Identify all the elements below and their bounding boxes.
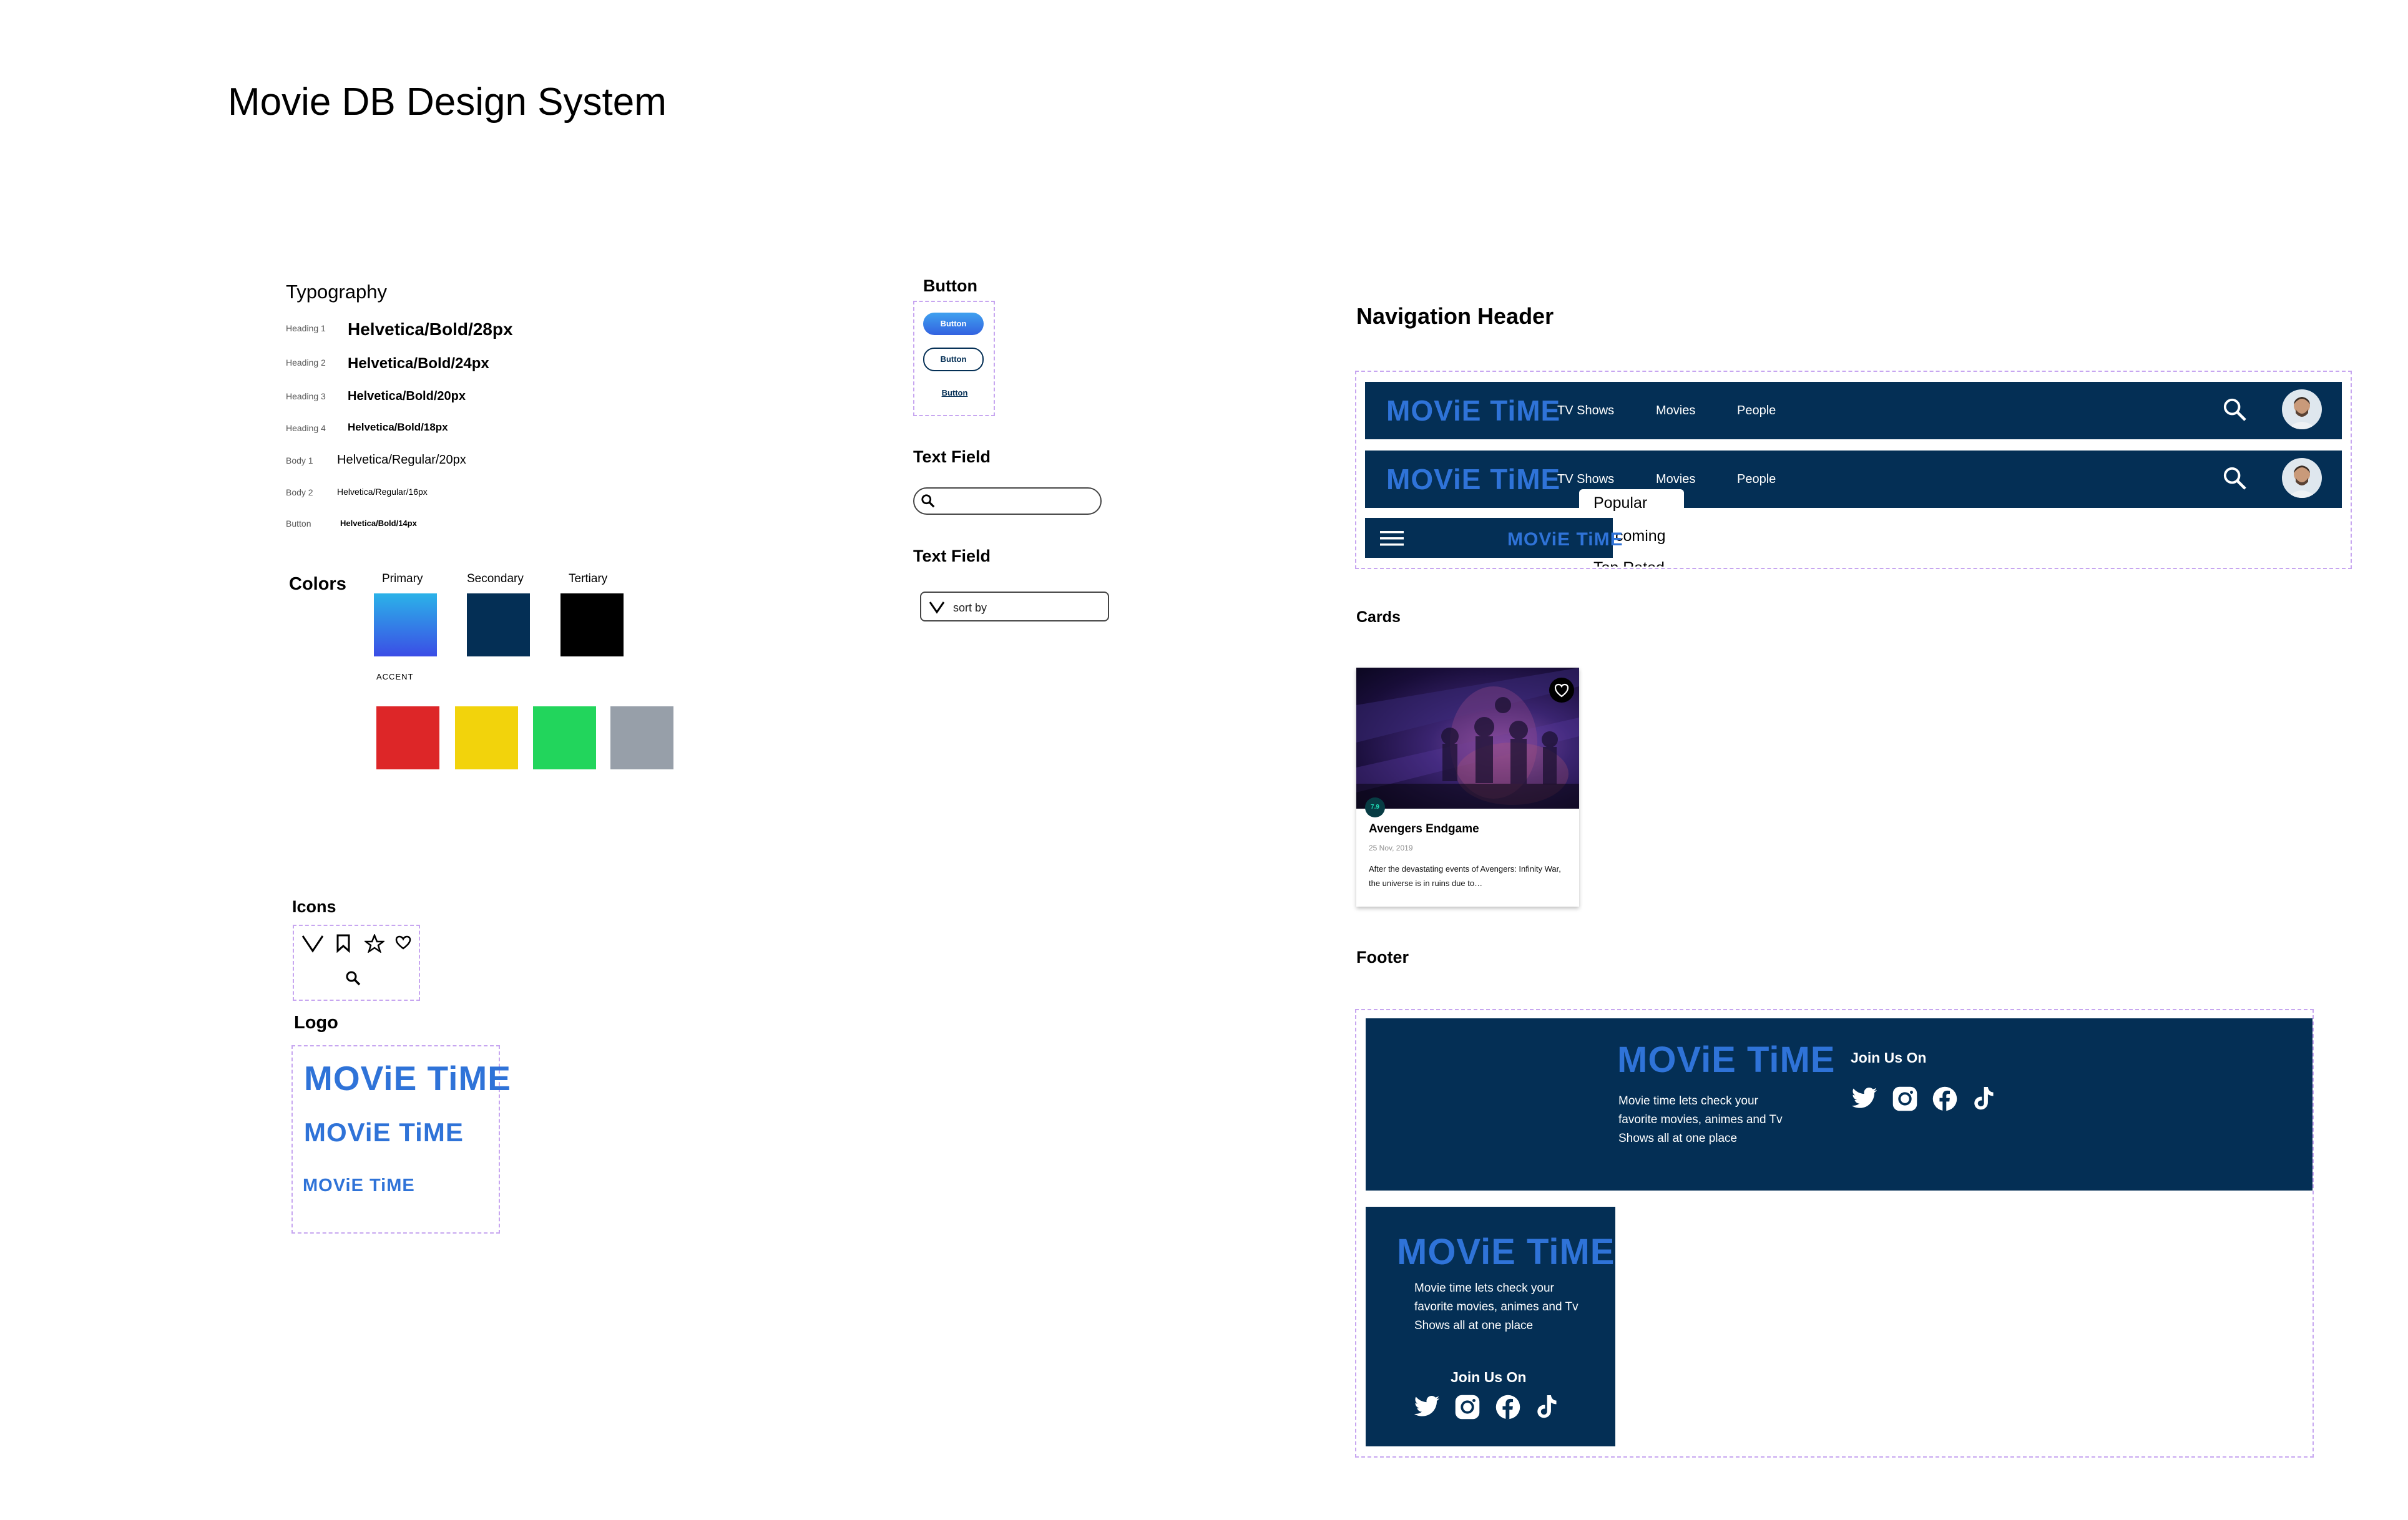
search-field[interactable] — [913, 487, 1102, 515]
card-date: 25 Nov, 2019 — [1369, 844, 1413, 852]
swatch-accent-grey — [610, 706, 673, 769]
typo-label-h4: Heading 4 — [286, 423, 326, 433]
text-field-heading-1: Text Field — [913, 447, 991, 466]
typo-spec-button: Helvetica/Bold/14px — [340, 519, 417, 528]
facebook-icon[interactable] — [1932, 1086, 1958, 1112]
nav-link-tv-shows[interactable]: TV Shows — [1557, 472, 1614, 487]
dropdown-item-popular[interactable]: Popular — [1593, 494, 1647, 512]
logo-large: MOViE TiME — [304, 1059, 511, 1098]
heart-icon — [395, 935, 411, 950]
nav-logo[interactable]: MOViE TiME — [1386, 465, 1560, 494]
chevron-down-icon — [301, 933, 325, 953]
nav-link-movies[interactable]: Movies — [1656, 472, 1695, 487]
search-icon — [345, 970, 361, 987]
color-label-primary: Primary — [382, 572, 423, 585]
text-field-heading-2: Text Field — [913, 547, 991, 565]
typo-spec-h2: Helvetica/Bold/24px — [348, 355, 489, 372]
twitter-icon[interactable] — [1413, 1395, 1441, 1419]
facebook-icon[interactable] — [1495, 1394, 1521, 1420]
dropdown-item-top-rated[interactable]: Top Rated — [1593, 559, 1665, 567]
nav-link-people[interactable]: People — [1737, 404, 1776, 418]
cards-heading: Cards — [1356, 608, 1401, 626]
swatch-secondary — [467, 593, 530, 656]
color-label-secondary: Secondary — [467, 572, 524, 585]
footer-tagline-mobile: Movie time lets check your favorite movi… — [1414, 1282, 1578, 1332]
footer-join-label-mobile: Join Us On — [1451, 1369, 1527, 1385]
nav-bar-mobile: MOViE TiME — [1365, 518, 1623, 558]
footer-logo-mobile[interactable]: MOViE TiME — [1397, 1234, 1615, 1270]
primary-button[interactable]: Button — [923, 313, 984, 335]
footer-tagline: Movie time lets check your favorite movi… — [1618, 1094, 1783, 1145]
tiktok-icon[interactable] — [1972, 1086, 1995, 1112]
page-title: Movie DB Design System — [228, 80, 667, 124]
sort-by-placeholder: sort by — [953, 602, 987, 614]
footer-desktop: MOViE TiME Movie time lets check your fa… — [1366, 1018, 2313, 1191]
card-description: After the devastating events of Avengers… — [1369, 864, 1561, 888]
nav-logo[interactable]: MOViE TiME — [1386, 396, 1560, 425]
typo-label-h3: Heading 3 — [286, 391, 326, 401]
instagram-icon[interactable] — [1454, 1394, 1481, 1420]
heart-icon[interactable] — [1549, 678, 1574, 703]
typo-label-body2: Body 2 — [286, 487, 313, 497]
swatch-accent-red — [376, 706, 439, 769]
swatch-accent-yellow — [455, 706, 518, 769]
chevron-down-icon — [929, 600, 945, 614]
search-icon[interactable] — [2222, 465, 2248, 492]
outline-button[interactable]: Button — [923, 348, 984, 371]
nav-logo-mobile[interactable]: MOViE TiME — [1507, 530, 1623, 549]
button-heading: Button — [923, 276, 977, 295]
logo-small: MOViE TiME — [303, 1176, 415, 1196]
movie-poster — [1356, 668, 1579, 809]
avatar[interactable] — [2282, 389, 2322, 429]
avatar[interactable] — [2282, 458, 2322, 498]
typo-spec-body2: Helvetica/Regular/16px — [337, 487, 428, 497]
nav-bar-desktop: MOViE TiME TV Shows Movies People — [1365, 382, 2342, 439]
typo-label-body1: Body 1 — [286, 456, 313, 465]
icons-heading: Icons — [292, 897, 336, 916]
swatch-tertiary — [560, 593, 624, 656]
typo-label-button: Button — [286, 519, 311, 529]
footer-mobile: MOViE TiME Movie time lets check your fa… — [1366, 1207, 1615, 1446]
sort-by-select[interactable]: sort by — [920, 592, 1109, 621]
typo-spec-h1: Helvetica/Bold/28px — [348, 319, 513, 339]
typo-label-h2: Heading 2 — [286, 358, 326, 368]
swatch-primary — [374, 593, 437, 656]
nav-link-movies[interactable]: Movies — [1656, 404, 1695, 418]
nav-bar-dropdown-state: MOViE TiME TV Shows Movies People — [1365, 451, 2342, 508]
nav-header-heading: Navigation Header — [1356, 303, 1554, 329]
footer-heading: Footer — [1356, 948, 1409, 967]
tiktok-icon[interactable] — [1535, 1394, 1559, 1420]
color-label-accent: ACCENT — [376, 672, 414, 681]
nav-link-people[interactable]: People — [1737, 472, 1776, 487]
design-canvas: { "page": {"title": "Movie DB Design Sys… — [0, 0, 2408, 1520]
card-title: Avengers Endgame — [1369, 822, 1479, 836]
search-icon — [921, 494, 936, 509]
typo-label-h1: Heading 1 — [286, 323, 326, 333]
typo-spec-body1: Helvetica/Regular/20px — [337, 453, 466, 467]
star-icon — [365, 934, 384, 953]
footer-join-label: Join Us On — [1851, 1050, 1927, 1066]
color-label-tertiary: Tertiary — [569, 572, 608, 585]
logo-medium: MOViE TiME — [304, 1118, 464, 1147]
swatch-accent-green — [533, 706, 596, 769]
colors-heading: Colors — [289, 574, 346, 594]
bookmark-icon — [336, 934, 351, 953]
nav-link-tv-shows[interactable]: TV Shows — [1557, 404, 1614, 418]
rating-badge: 7.9 — [1365, 797, 1385, 817]
typography-heading: Typography — [286, 281, 387, 303]
instagram-icon[interactable] — [1892, 1086, 1918, 1112]
typo-spec-h3: Helvetica/Bold/20px — [348, 389, 466, 403]
logo-heading: Logo — [294, 1013, 338, 1033]
footer-logo[interactable]: MOViE TiME — [1617, 1042, 1835, 1078]
twitter-icon[interactable] — [1851, 1087, 1878, 1111]
movie-card[interactable]: 7.9 Avengers Endgame 25 Nov, 2019 After … — [1356, 668, 1579, 907]
typo-spec-h4: Helvetica/Bold/18px — [348, 421, 448, 433]
text-button[interactable]: Button — [924, 388, 985, 397]
search-icon[interactable] — [2222, 397, 2248, 423]
hamburger-menu-icon[interactable] — [1380, 530, 1404, 547]
